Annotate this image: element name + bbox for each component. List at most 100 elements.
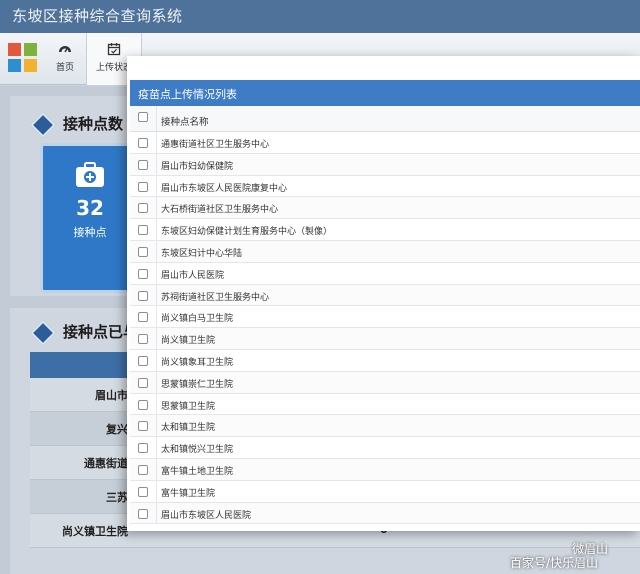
section-title-site-count: 接种点数	[63, 115, 124, 133]
list-item[interactable]: 尚义镇卫生院	[130, 328, 640, 350]
list-item[interactable]: 富牛镇土地卫生院	[130, 458, 640, 481]
row-checkbox[interactable]	[138, 377, 148, 388]
site-count-value: 32	[76, 196, 104, 220]
row-checkbox[interactable]	[138, 421, 148, 432]
list-item[interactable]: 尚义镇象耳卫生院	[130, 349, 640, 372]
site-count-label: 接种点	[73, 226, 107, 239]
site-list-table: 接种点名称 通惠街道社区卫生服务中心眉山市妇幼保健院眉山市东坡区人民医院康复中心…	[130, 106, 640, 525]
list-item[interactable]: 眉山市妇幼保健院	[130, 153, 640, 176]
row-checkbox[interactable]	[138, 312, 148, 323]
row-checkbox[interactable]	[138, 290, 148, 301]
app-header: 东坡区接种综合查询系统	[0, 0, 640, 33]
column-divider	[156, 437, 157, 458]
list-item[interactable]: 苏祠街道社区卫生服务中心	[130, 284, 640, 307]
column-divider	[156, 502, 157, 524]
column-divider	[156, 371, 157, 393]
site-name: 眉山市妇幼保健院	[161, 161, 234, 172]
column-divider	[156, 284, 157, 306]
column-divider	[156, 197, 157, 219]
site-name: 富牛镇卫生院	[161, 488, 216, 499]
column-divider	[156, 240, 157, 262]
row-checkbox[interactable]	[138, 159, 148, 170]
column-divider	[156, 262, 157, 284]
list-header-row: 接种点名称	[130, 106, 640, 132]
list-item[interactable]: 太和镇悦兴卫生院	[130, 437, 640, 459]
row-checkbox[interactable]	[138, 138, 148, 148]
list-item[interactable]: 东坡区妇幼保健计划生育服务中心（製像）	[130, 219, 640, 241]
site-name: 东坡区妇幼保健计划生育服务中心（製像）	[161, 227, 333, 238]
list-item[interactable]: 通惠街道社区卫生服务中心	[130, 132, 640, 154]
modal-header: 疫苗点上传情况列表	[130, 80, 640, 106]
list-item[interactable]: 富牛镇卫生院	[130, 480, 640, 503]
list-item[interactable]: 眉山市人民医院	[130, 262, 640, 285]
site-name: 东坡区妇计中心华陆	[161, 248, 243, 259]
row-name: 尚义镇卫生院	[62, 525, 128, 538]
site-name: 苏祠街道社区卫生服务中心	[161, 292, 270, 303]
column-header-site-name: 接种点名称	[161, 117, 209, 128]
column-divider	[156, 415, 157, 437]
list-body: 通惠街道社区卫生服务中心眉山市妇幼保健院眉山市东坡区人民医院康复中心 大石桥街道社…	[130, 132, 640, 525]
watermark-source: 百家号/快乐眉山	[510, 556, 599, 570]
row-checkbox[interactable]	[138, 268, 148, 279]
row-checkbox[interactable]	[138, 399, 148, 410]
modal-title: 疫苗点上传情况列表	[138, 88, 237, 101]
row-checkbox[interactable]	[138, 334, 148, 345]
list-item[interactable]: 眉山市东坡区人民医院	[130, 502, 640, 525]
row-checkbox[interactable]	[138, 203, 148, 214]
section-diamond-icon	[30, 320, 56, 346]
column-divider	[156, 153, 157, 175]
site-name: 尚义镇卫生院	[161, 336, 216, 347]
row-checkbox[interactable]	[138, 464, 148, 475]
column-divider	[156, 393, 157, 415]
site-name: 眉山市东坡区人民医院康复中心	[161, 183, 288, 194]
site-name: 眉山市东坡区人民医院	[161, 510, 252, 521]
list-item[interactable]: 大石桥街道社区卫生服务中心	[130, 197, 640, 220]
column-divider	[156, 458, 157, 480]
row-name: 三苏	[106, 491, 128, 504]
column-divider	[156, 175, 157, 197]
site-name: 大石桥街道社区卫生服务中心	[161, 205, 279, 216]
site-name: 眉山市人民医院	[161, 270, 225, 281]
column-divider	[156, 306, 157, 328]
site-name: 太和镇卫生院	[161, 423, 216, 434]
row-checkbox[interactable]	[138, 246, 148, 257]
dashboard-icon	[59, 46, 71, 53]
site-name: 思蒙镇崇仁卫生院	[161, 379, 234, 390]
list-item[interactable]: 思蒙镇卫生院	[130, 393, 640, 416]
select-all-checkbox[interactable]	[138, 112, 148, 122]
site-name: 尚义镇象耳卫生院	[161, 357, 234, 368]
column-divider	[156, 132, 157, 153]
tab-home[interactable]: 首页	[44, 33, 86, 85]
calendar-icon	[107, 43, 121, 56]
column-divider	[156, 328, 157, 349]
site-count-card[interactable]: 32 接种点	[40, 143, 140, 293]
medical-kit-icon	[76, 162, 104, 187]
list-item[interactable]: 尚义镇白马卫生院	[130, 306, 640, 329]
site-name: 富牛镇土地卫生院	[161, 466, 234, 477]
row-checkbox[interactable]	[138, 225, 148, 236]
apps-menu-icon[interactable]	[8, 43, 38, 73]
site-name: 尚义镇白马卫生院	[161, 314, 234, 325]
app-title: 东坡区接种综合查询系统	[12, 7, 183, 25]
column-divider	[156, 349, 157, 371]
row-name: 通惠街道	[84, 457, 128, 470]
site-name: 思蒙镇卫生院	[161, 401, 216, 412]
row-name: 眉山市	[95, 389, 128, 402]
row-checkbox[interactable]	[138, 181, 148, 192]
row-checkbox[interactable]	[138, 486, 148, 497]
site-name: 太和镇悦兴卫生院	[161, 445, 234, 456]
list-item[interactable]: 东坡区妇计中心华陆	[130, 240, 640, 263]
list-item[interactable]: 太和镇卫生院	[130, 415, 640, 438]
column-divider	[156, 106, 157, 131]
list-item[interactable]: 思蒙镇崇仁卫生院	[130, 371, 640, 394]
list-item[interactable]: 眉山市东坡区人民医院康复中心	[130, 175, 640, 198]
row-checkbox[interactable]	[138, 443, 148, 454]
row-checkbox[interactable]	[138, 355, 148, 366]
row-name: 复兴	[106, 423, 128, 436]
section-diamond-icon	[30, 112, 56, 138]
watermark: 微眉山 百家号/快乐眉山	[510, 540, 640, 574]
row-checkbox[interactable]	[138, 508, 148, 519]
column-divider	[156, 219, 157, 240]
tab-home-label: 首页	[55, 63, 74, 73]
upload-status-modal: 疫苗点上传情况列表 接种点名称 通惠街道社区卫生服务中心眉山市妇幼保健院眉山市东…	[127, 56, 640, 531]
